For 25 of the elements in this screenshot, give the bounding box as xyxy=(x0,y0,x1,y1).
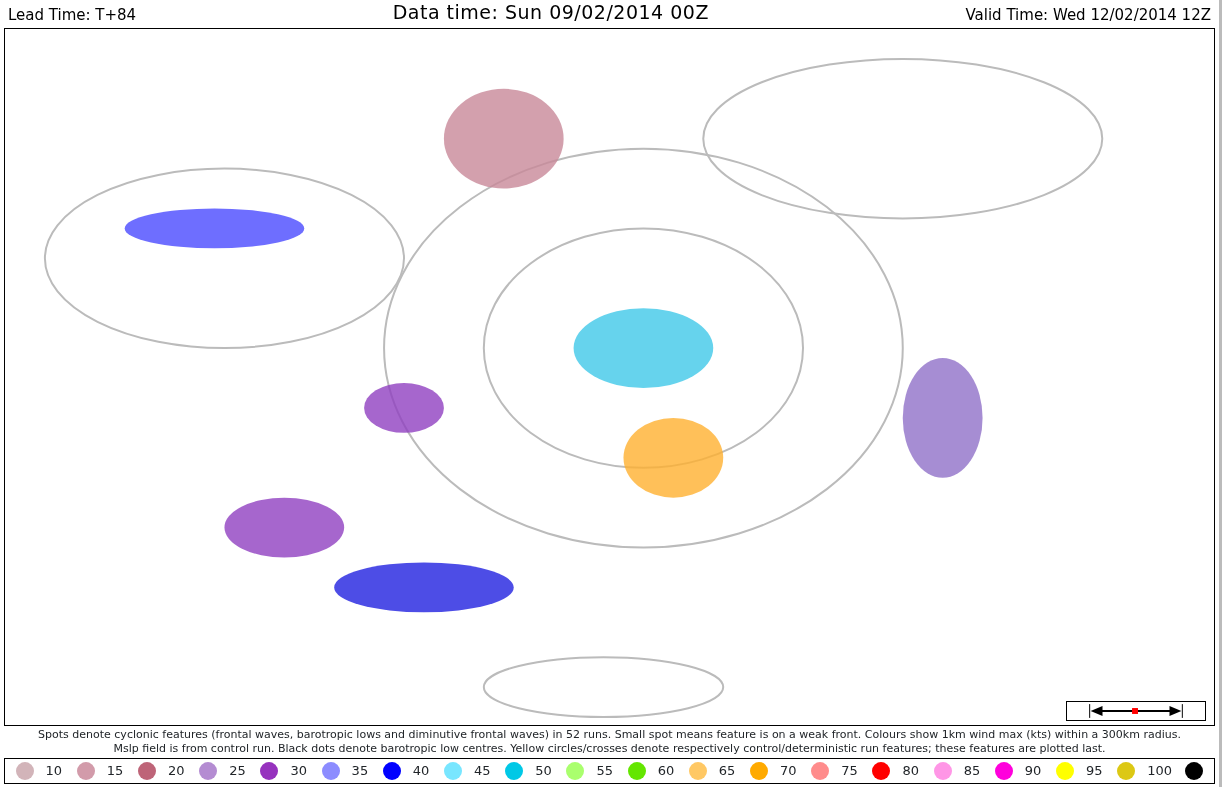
legend-label: 100 xyxy=(1147,762,1173,781)
data-time: Data time: Sun 09/02/2014 00Z xyxy=(392,0,709,25)
caption-line: Mslp field is from control run. Black dots denote barotropic low centres. Yellow circles/crosses denote respectively control/deterministic run features; these features are plotted last. xyxy=(112,742,1107,756)
valid-time: Valid Time: Wed 12/02/2014 12Z xyxy=(965,4,1211,26)
legend-label: 20 xyxy=(168,762,186,781)
legend-label: 60 xyxy=(657,762,676,781)
legend-label: 80 xyxy=(902,762,920,781)
legend-label: 40 xyxy=(412,762,431,781)
legend-label: 55 xyxy=(596,762,614,781)
legend-label: 50 xyxy=(535,762,553,781)
scale-bar-icon xyxy=(1066,701,1206,721)
legend-label: 85 xyxy=(963,762,982,781)
legend-label: 95 xyxy=(1086,762,1104,781)
legend-label: 10 xyxy=(45,762,64,781)
legend-label: 35 xyxy=(351,762,370,781)
legend-label: 90 xyxy=(1024,762,1043,781)
legend-label: 65 xyxy=(718,762,737,781)
caption-line: Spots denote cyclonic features (frontal waves, barotropic lows and diminutive frontal waves) in 52 runs. Small spot means feature is on a weak front. Colours show 1km wind max (kts) within a 300km radius. xyxy=(37,728,1182,742)
legend-label: 15 xyxy=(106,762,125,781)
legend-label: 25 xyxy=(229,762,247,781)
legend-label: 75 xyxy=(841,762,859,781)
legend-label: 45 xyxy=(474,762,492,781)
lead-time: Lead Time: T+84 xyxy=(8,4,137,26)
legend-label: 70 xyxy=(780,762,798,781)
legend-label: 30 xyxy=(290,762,308,781)
